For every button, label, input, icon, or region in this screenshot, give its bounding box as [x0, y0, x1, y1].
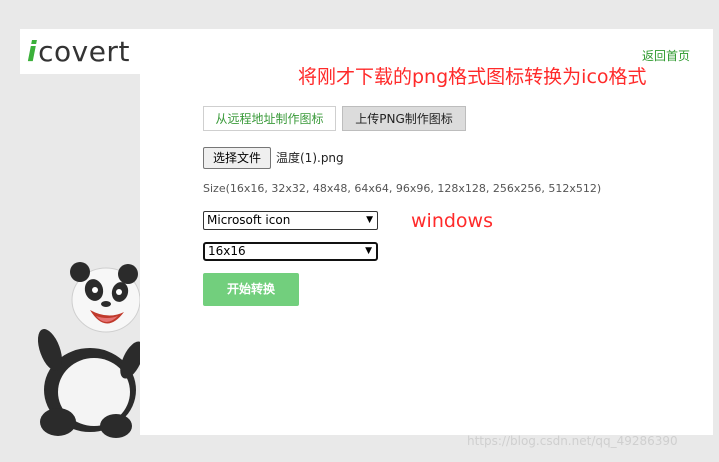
size-select-value: 16x16 — [208, 244, 246, 258]
chevron-down-icon: ▼ — [366, 215, 373, 225]
size-hint: Size(16x16, 32x32, 48x48, 64x64, 96x96, … — [203, 182, 602, 195]
logo-text: covert — [38, 35, 130, 68]
size-select[interactable]: 16x16 ▼ — [203, 242, 378, 261]
tab-upload-png[interactable]: 上传PNG制作图标 — [342, 106, 466, 131]
logo-initial: i — [27, 35, 38, 68]
watermark: https://blog.csdn.net/qq_49286390 — [467, 434, 678, 448]
format-select-value: Microsoft icon — [207, 213, 291, 227]
annotation-title: 将刚才下载的png格式图标转换为ico格式 — [298, 66, 647, 88]
format-select[interactable]: Microsoft icon ▼ — [203, 211, 378, 230]
panda-mascot-icon — [37, 262, 140, 438]
back-home-link[interactable]: 返回首页 — [642, 47, 690, 64]
site-logo[interactable]: icovert — [27, 34, 130, 70]
tab-remote-url[interactable]: 从远程地址制作图标 — [203, 106, 336, 131]
selected-file-name: 温度(1).png — [276, 151, 344, 165]
chevron-down-icon: ▼ — [365, 246, 372, 256]
start-convert-button[interactable]: 开始转换 — [203, 273, 299, 306]
page: icovert 返回首页 将刚才下载的png格式图标转换为ico格式 从远程地址… — [0, 0, 719, 462]
annotation-windows: windows — [411, 210, 493, 232]
choose-file-button[interactable]: 选择文件 — [203, 147, 271, 169]
